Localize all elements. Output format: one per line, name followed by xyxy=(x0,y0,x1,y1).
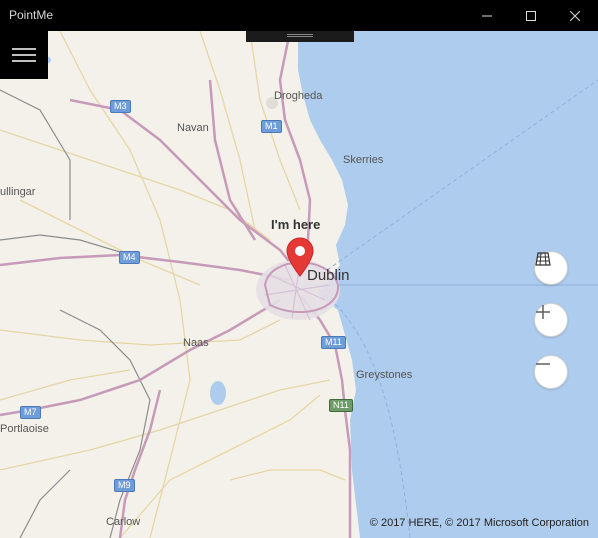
place-carlow: Carlow xyxy=(106,516,141,528)
window-title: PointMe xyxy=(9,8,54,22)
title-bar: PointMe xyxy=(0,0,598,31)
map-canvas[interactable] xyxy=(0,31,598,538)
place-navan: Navan xyxy=(177,122,209,134)
road-shield-m7: M7 xyxy=(20,406,41,419)
place-mullingar: ullingar xyxy=(0,186,36,198)
road-shield-m11: M11 xyxy=(321,336,346,349)
place-portlaoise: Portlaoise xyxy=(0,423,49,435)
close-icon xyxy=(570,10,580,21)
place-greystones: Greystones xyxy=(356,369,413,381)
road-shield-m3: M3 xyxy=(110,100,131,113)
road-shield-m1: M1 xyxy=(261,120,282,133)
grip-icon xyxy=(287,34,313,37)
zoom-in-button[interactable] xyxy=(534,303,568,337)
zoom-out-button[interactable] xyxy=(534,355,568,389)
drag-handle[interactable] xyxy=(246,31,354,42)
map-view[interactable]: Drogheda Navan Skerries ullingar Dublin … xyxy=(0,31,598,538)
map-copyright: © 2017 HERE, © 2017 Microsoft Corporatio… xyxy=(369,517,589,529)
zoom-in-icon xyxy=(536,305,550,319)
road-shield-m4: M4 xyxy=(119,251,140,264)
maximize-button[interactable] xyxy=(508,0,554,31)
map-pin-icon[interactable] xyxy=(286,237,314,277)
hamburger-icon xyxy=(12,48,36,62)
map-view-button[interactable] xyxy=(534,251,568,285)
pin-label: I'm here xyxy=(271,217,321,232)
place-skerries: Skerries xyxy=(343,154,384,166)
maximize-icon xyxy=(526,10,536,21)
map-view-icon xyxy=(535,252,551,266)
minimize-icon xyxy=(482,15,492,16)
road-shield-n11: N11 xyxy=(329,399,353,412)
minimize-button[interactable] xyxy=(464,0,510,31)
road-shield-m9: M9 xyxy=(114,479,135,492)
close-button[interactable] xyxy=(552,0,598,31)
zoom-out-icon xyxy=(536,363,550,365)
hamburger-menu-button[interactable] xyxy=(0,31,48,79)
place-drogheda: Drogheda xyxy=(274,90,323,102)
place-naas: Naas xyxy=(183,337,209,349)
